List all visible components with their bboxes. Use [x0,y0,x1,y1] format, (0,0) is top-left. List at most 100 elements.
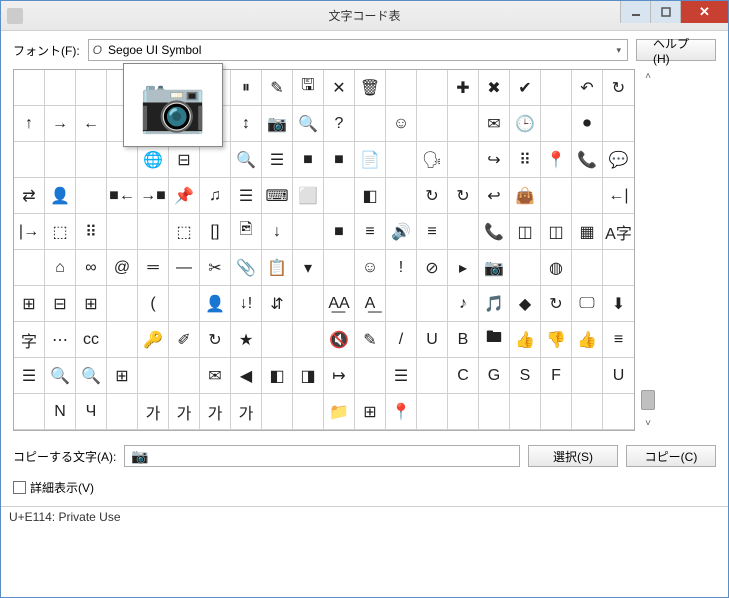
grid-cell[interactable] [293,286,324,322]
grid-cell[interactable] [603,106,634,142]
copy-button[interactable]: コピー(C) [626,445,716,467]
grid-cell[interactable]: 🎵 [479,286,510,322]
grid-cell[interactable]: 🖻 [231,214,262,250]
grid-cell[interactable] [138,214,169,250]
grid-cell[interactable]: 🔍 [293,106,324,142]
grid-cell[interactable]: ≡ [417,214,448,250]
grid-cell[interactable]: 🔍 [45,358,76,394]
grid-cell[interactable]: ↓! [231,286,262,322]
grid-cell[interactable]: 가 [231,394,262,430]
grid-cell[interactable] [293,322,324,358]
maximize-button[interactable] [650,1,680,23]
grid-cell[interactable] [417,106,448,142]
grid-cell[interactable] [262,394,293,430]
grid-cell[interactable]: 🖿 [479,322,510,358]
grid-cell[interactable]: ↪ [479,142,510,178]
grid-cell[interactable] [541,178,572,214]
grid-cell[interactable]: [] [200,214,231,250]
grid-cell[interactable]: ⊞ [14,286,45,322]
grid-cell[interactable]: ☺ [355,250,386,286]
grid-cell[interactable]: 📌 [169,178,200,214]
grid-cell[interactable] [169,358,200,394]
grid-cell[interactable] [572,178,603,214]
grid-cell[interactable]: ⊟ [45,286,76,322]
grid-cell[interactable]: ! [386,250,417,286]
grid-cell[interactable] [76,70,107,106]
grid-cell[interactable]: ♪ [448,286,479,322]
grid-cell[interactable] [107,322,138,358]
grid-cell[interactable] [293,394,324,430]
grid-cell[interactable]: ⠿ [510,142,541,178]
grid-cell[interactable] [138,358,169,394]
grid-cell[interactable] [293,214,324,250]
grid-cell[interactable]: ◨ [293,358,324,394]
grid-cell[interactable]: ↓ [262,214,293,250]
grid-cell[interactable] [107,142,138,178]
grid-cell[interactable]: 📞 [572,142,603,178]
grid-cell[interactable] [45,142,76,178]
grid-cell[interactable] [572,394,603,430]
grid-cell[interactable]: ■ [324,214,355,250]
grid-cell[interactable] [541,70,572,106]
grid-cell[interactable]: 👤 [200,286,231,322]
grid-cell[interactable]: 📄 [355,142,386,178]
grid-cell[interactable] [386,286,417,322]
grid-cell[interactable]: U [603,358,634,394]
grid-cell[interactable]: — [169,250,200,286]
grid-cell[interactable]: S [510,358,541,394]
grid-cell[interactable] [355,358,386,394]
grid-scrollbar[interactable]: ˄ ˅ [639,69,657,431]
grid-cell[interactable]: ★ [231,322,262,358]
grid-cell[interactable] [386,142,417,178]
grid-cell[interactable]: ■← [107,178,138,214]
grid-cell[interactable]: 📞 [479,214,510,250]
grid-cell[interactable]: / [386,322,417,358]
grid-cell[interactable] [14,70,45,106]
grid-cell[interactable]: ⋯ [45,322,76,358]
grid-cell[interactable] [107,214,138,250]
grid-cell[interactable]: ⌂ [45,250,76,286]
grid-cell[interactable]: ◫ [510,214,541,250]
grid-cell[interactable] [603,250,634,286]
grid-cell[interactable] [572,250,603,286]
grid-cell[interactable]: ← [76,106,107,142]
grid-cell[interactable] [107,286,138,322]
grid-cell[interactable]: ↑ [14,106,45,142]
grid-cell[interactable]: ✔ [510,70,541,106]
grid-cell[interactable]: ←| [603,178,634,214]
grid-cell[interactable]: ⊞ [107,358,138,394]
grid-cell[interactable]: 🔑 [138,322,169,358]
grid-cell[interactable] [386,70,417,106]
grid-cell[interactable]: ▦ [572,214,603,250]
grid-cell[interactable] [417,286,448,322]
grid-cell[interactable]: ☺ [386,106,417,142]
grid-cell[interactable] [262,322,293,358]
grid-cell[interactable] [448,106,479,142]
grid-cell[interactable] [200,142,231,178]
grid-cell[interactable]: 📎 [231,250,262,286]
grid-cell[interactable] [448,214,479,250]
grid-cell[interactable]: ✐ [169,322,200,358]
grid-cell[interactable]: 🗑 [355,70,386,106]
grid-cell[interactable] [510,394,541,430]
grid-cell[interactable] [107,394,138,430]
grid-cell[interactable]: ✉ [200,358,231,394]
grid-cell[interactable]: U [417,322,448,358]
grid-cell[interactable]: ↻ [200,322,231,358]
select-button[interactable]: 選択(S) [528,445,618,467]
grid-cell[interactable] [603,394,634,430]
grid-cell[interactable]: 🔇 [324,322,355,358]
grid-cell[interactable] [541,394,572,430]
grid-cell[interactable]: ☰ [386,358,417,394]
scroll-down-icon[interactable]: ˅ [645,418,651,429]
grid-cell[interactable]: ⬚ [45,214,76,250]
grid-cell[interactable] [479,394,510,430]
grid-cell[interactable]: ↶ [572,70,603,106]
grid-cell[interactable]: 字 [14,322,45,358]
grid-cell[interactable] [45,70,76,106]
copy-characters-input[interactable]: 📷 [124,445,520,467]
grid-cell[interactable]: ♫ [200,178,231,214]
grid-cell[interactable]: ⊟ [169,142,200,178]
grid-cell[interactable]: F [541,358,572,394]
grid-cell[interactable]: ↻ [603,70,634,106]
